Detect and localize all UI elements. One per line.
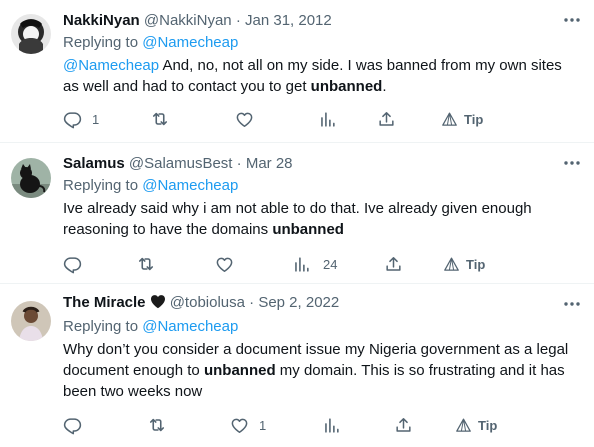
reply-button[interactable]: 1	[63, 108, 99, 130]
reply-icon	[63, 416, 82, 435]
tweet[interactable]: NakkiNyan @NakkiNyan · Jan 31, 2012 Repl…	[0, 0, 594, 143]
tweet-actions: 1 Tip	[63, 108, 578, 130]
tip-label: Tip	[464, 111, 484, 127]
views-button[interactable]	[318, 108, 347, 130]
tweet-text: Ive already said why i am not able to do…	[63, 198, 578, 240]
views-button[interactable]	[322, 414, 341, 436]
tip-icon	[443, 256, 460, 273]
tweet[interactable]: The Miracle @tobiolusa · Sep 2, 2022 Rep…	[0, 284, 594, 447]
views-icon	[318, 110, 337, 129]
tweet-content: Salamus @SalamusBest · Mar 28 Replying t…	[63, 154, 578, 240]
share-button[interactable]	[384, 253, 403, 275]
share-button[interactable]	[377, 108, 396, 130]
separator-dot: ·	[249, 294, 255, 311]
reply-button[interactable]	[63, 414, 82, 436]
user-handle[interactable]: @SalamusBest	[129, 155, 233, 172]
tip-icon	[455, 417, 472, 434]
tip-button[interactable]: Tip	[455, 414, 497, 436]
replying-prefix: Replying to	[63, 177, 143, 194]
like-button[interactable]	[215, 253, 234, 275]
retweet-button[interactable]	[150, 108, 170, 130]
avatar[interactable]	[11, 301, 51, 341]
tweet-date[interactable]: Mar 28	[246, 155, 293, 172]
tweet[interactable]: Salamus @SalamusBest · Mar 28 Replying t…	[0, 143, 594, 284]
separator-dot: ·	[236, 155, 242, 172]
views-icon	[322, 416, 341, 435]
tweet-date[interactable]: Sep 2, 2022	[258, 294, 339, 311]
like-button[interactable]: 1	[230, 414, 266, 436]
separator-dot: ·	[235, 12, 241, 29]
user-handle[interactable]: @NakkiNyan	[144, 12, 232, 29]
tweet-header: NakkiNyan @NakkiNyan · Jan 31, 2012	[63, 11, 578, 31]
like-icon	[235, 110, 254, 129]
tip-button[interactable]: Tip	[441, 108, 483, 130]
highlight-term: unbanned	[310, 78, 383, 95]
more-options-button[interactable]	[562, 153, 582, 173]
display-name[interactable]: The Miracle	[63, 294, 146, 311]
body-mention[interactable]: @Namecheap	[63, 57, 159, 74]
like-button[interactable]	[235, 108, 254, 130]
avatar[interactable]	[11, 14, 51, 54]
reply-icon	[63, 110, 82, 129]
views-button[interactable]: 24	[292, 253, 337, 275]
avatar[interactable]	[11, 158, 51, 198]
reply-button[interactable]	[63, 253, 92, 275]
tweet-text: Why don’t you consider a document issue …	[63, 339, 578, 402]
tweet-actions: 24 Tip	[63, 253, 578, 275]
tip-button[interactable]: Tip	[443, 253, 485, 275]
tweet-header: The Miracle @tobiolusa · Sep 2, 2022	[63, 293, 578, 315]
retweet-icon	[136, 254, 156, 274]
black-heart-icon	[150, 294, 166, 315]
tweet-date[interactable]: Jan 31, 2012	[245, 12, 332, 29]
reply-icon	[63, 255, 82, 274]
more-options-button[interactable]	[562, 10, 582, 30]
tweet-header: Salamus @SalamusBest · Mar 28	[63, 154, 578, 174]
replying-mention[interactable]: @Namecheap	[142, 177, 238, 194]
display-name[interactable]: Salamus	[63, 155, 125, 172]
tweet-content: The Miracle @tobiolusa · Sep 2, 2022 Rep…	[63, 293, 578, 402]
reply-count: 1	[92, 111, 100, 127]
like-icon	[215, 255, 234, 274]
replying-mention[interactable]: @Namecheap	[142, 318, 238, 335]
user-handle[interactable]: @tobiolusa	[170, 294, 245, 311]
replying-prefix: Replying to	[63, 34, 143, 51]
tweet-content: NakkiNyan @NakkiNyan · Jan 31, 2012 Repl…	[63, 11, 578, 97]
tweet-text: @Namecheap And, no, not all on my side. …	[63, 55, 578, 97]
share-icon	[377, 110, 396, 129]
share-icon	[384, 255, 403, 274]
replying-to: Replying to @Namecheap	[63, 176, 578, 196]
tweet-text-part: .	[382, 78, 387, 95]
tip-icon	[441, 111, 458, 128]
tip-label: Tip	[466, 256, 486, 272]
highlight-term: unbanned	[272, 221, 344, 238]
highlight-term: unbanned	[203, 362, 276, 379]
retweet-icon	[150, 109, 170, 129]
views-icon	[292, 255, 311, 274]
retweet-button[interactable]	[147, 414, 167, 436]
retweet-icon	[147, 415, 167, 435]
replying-to: Replying to @Namecheap	[63, 33, 578, 53]
like-icon	[230, 416, 249, 435]
share-button[interactable]	[394, 414, 413, 436]
share-icon	[394, 416, 413, 435]
more-options-button[interactable]	[562, 294, 582, 314]
replying-prefix: Replying to	[63, 318, 143, 335]
tweet-actions: 1 Tip	[63, 414, 578, 436]
retweet-button[interactable]	[136, 253, 156, 275]
display-name[interactable]: NakkiNyan	[63, 12, 140, 29]
more-icon	[562, 10, 582, 30]
tip-label: Tip	[478, 417, 498, 433]
more-icon	[562, 294, 582, 314]
more-icon	[562, 153, 582, 173]
view-count: 24	[323, 256, 338, 272]
replying-mention[interactable]: @Namecheap	[142, 34, 238, 51]
like-count: 1	[259, 417, 267, 433]
replying-to: Replying to @Namecheap	[63, 317, 578, 337]
